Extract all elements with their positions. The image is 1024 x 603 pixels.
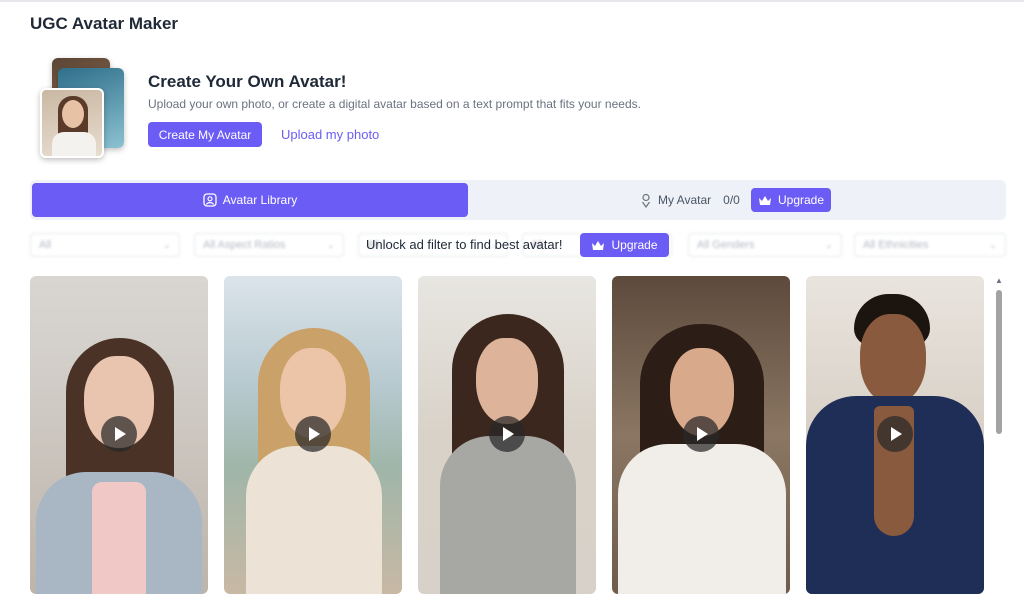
filter-value: All Genders bbox=[697, 239, 755, 251]
upload-my-photo-link[interactable]: Upload my photo bbox=[281, 127, 379, 142]
filter-value: All bbox=[39, 239, 52, 251]
tab-my-avatar[interactable]: My Avatar 0/0 bbox=[640, 190, 740, 210]
hero-subtitle: Upload your own photo, or create a digit… bbox=[148, 97, 641, 111]
chevron-down-icon: ⌄ bbox=[326, 239, 335, 251]
play-icon bbox=[697, 427, 708, 441]
filter-value: All Ethnicities bbox=[863, 239, 929, 251]
avatar-card[interactable] bbox=[418, 276, 596, 594]
chevron-down-icon: ⌄ bbox=[824, 239, 833, 251]
tab-avatar-library[interactable]: Avatar Library bbox=[32, 183, 468, 217]
play-button[interactable] bbox=[489, 416, 525, 452]
upgrade-button-label: Upgrade bbox=[777, 193, 825, 207]
avatar-portrait-icon bbox=[203, 193, 217, 207]
avatar-face bbox=[476, 338, 538, 424]
play-icon bbox=[309, 427, 320, 441]
scroll-up-arrow-icon[interactable]: ▲ bbox=[994, 276, 1004, 286]
avatar-card[interactable] bbox=[224, 276, 402, 594]
avatar-face bbox=[860, 314, 926, 404]
play-button[interactable] bbox=[295, 416, 331, 452]
tab-avatar-library-label: Avatar Library bbox=[222, 193, 298, 207]
play-button[interactable] bbox=[101, 416, 137, 452]
scrollbar-thumb[interactable] bbox=[996, 290, 1002, 434]
tab-my-avatar-label: My Avatar bbox=[658, 193, 712, 207]
play-button[interactable] bbox=[683, 416, 719, 452]
play-icon bbox=[891, 427, 902, 441]
top-divider bbox=[0, 0, 1024, 2]
filter-aspect-ratio[interactable]: All Aspect Ratios ⌄ bbox=[194, 233, 344, 257]
page-title: UGC Avatar Maker bbox=[30, 14, 179, 33]
hero-photo-front bbox=[40, 88, 104, 158]
avatar-top bbox=[246, 446, 382, 594]
avatar-card[interactable] bbox=[806, 276, 984, 594]
avatar-top bbox=[92, 482, 146, 594]
play-icon bbox=[503, 427, 514, 441]
play-button[interactable] bbox=[877, 416, 913, 452]
avatar-card[interactable] bbox=[30, 276, 208, 594]
unlock-filter-text: Unlock ad filter to find best avatar! bbox=[366, 237, 563, 252]
avatar-card[interactable] bbox=[612, 276, 790, 594]
upgrade-button[interactable]: Upgrade bbox=[751, 188, 831, 212]
hero-title: Create Your Own Avatar! bbox=[148, 72, 347, 91]
avatar-tab-bar: Avatar Library My Avatar 0/0 Upgrade bbox=[30, 180, 1006, 220]
filter-genders[interactable]: All Genders ⌄ bbox=[688, 233, 842, 257]
play-icon bbox=[115, 427, 126, 441]
filter-upgrade-label: Upgrade bbox=[611, 238, 658, 252]
avatar-sweater bbox=[618, 444, 786, 594]
filter-value: All Aspect Ratios bbox=[203, 239, 286, 251]
filter-ethnicities[interactable]: All Ethnicities ⌄ bbox=[854, 233, 1006, 257]
chevron-down-icon: ⌄ bbox=[988, 239, 997, 251]
avatar-pin-icon bbox=[642, 193, 650, 208]
avatar-top bbox=[440, 436, 576, 594]
filter-upgrade-button[interactable]: Upgrade bbox=[580, 233, 669, 257]
chevron-down-icon: ⌄ bbox=[162, 239, 171, 251]
crown-icon bbox=[592, 240, 605, 250]
crown-icon bbox=[758, 195, 771, 205]
filter-select-1[interactable]: All ⌄ bbox=[30, 233, 180, 257]
create-my-avatar-button[interactable]: Create My Avatar bbox=[148, 122, 262, 147]
my-avatar-count: 0/0 bbox=[723, 193, 740, 207]
hero-avatar-stack-image bbox=[38, 56, 130, 164]
